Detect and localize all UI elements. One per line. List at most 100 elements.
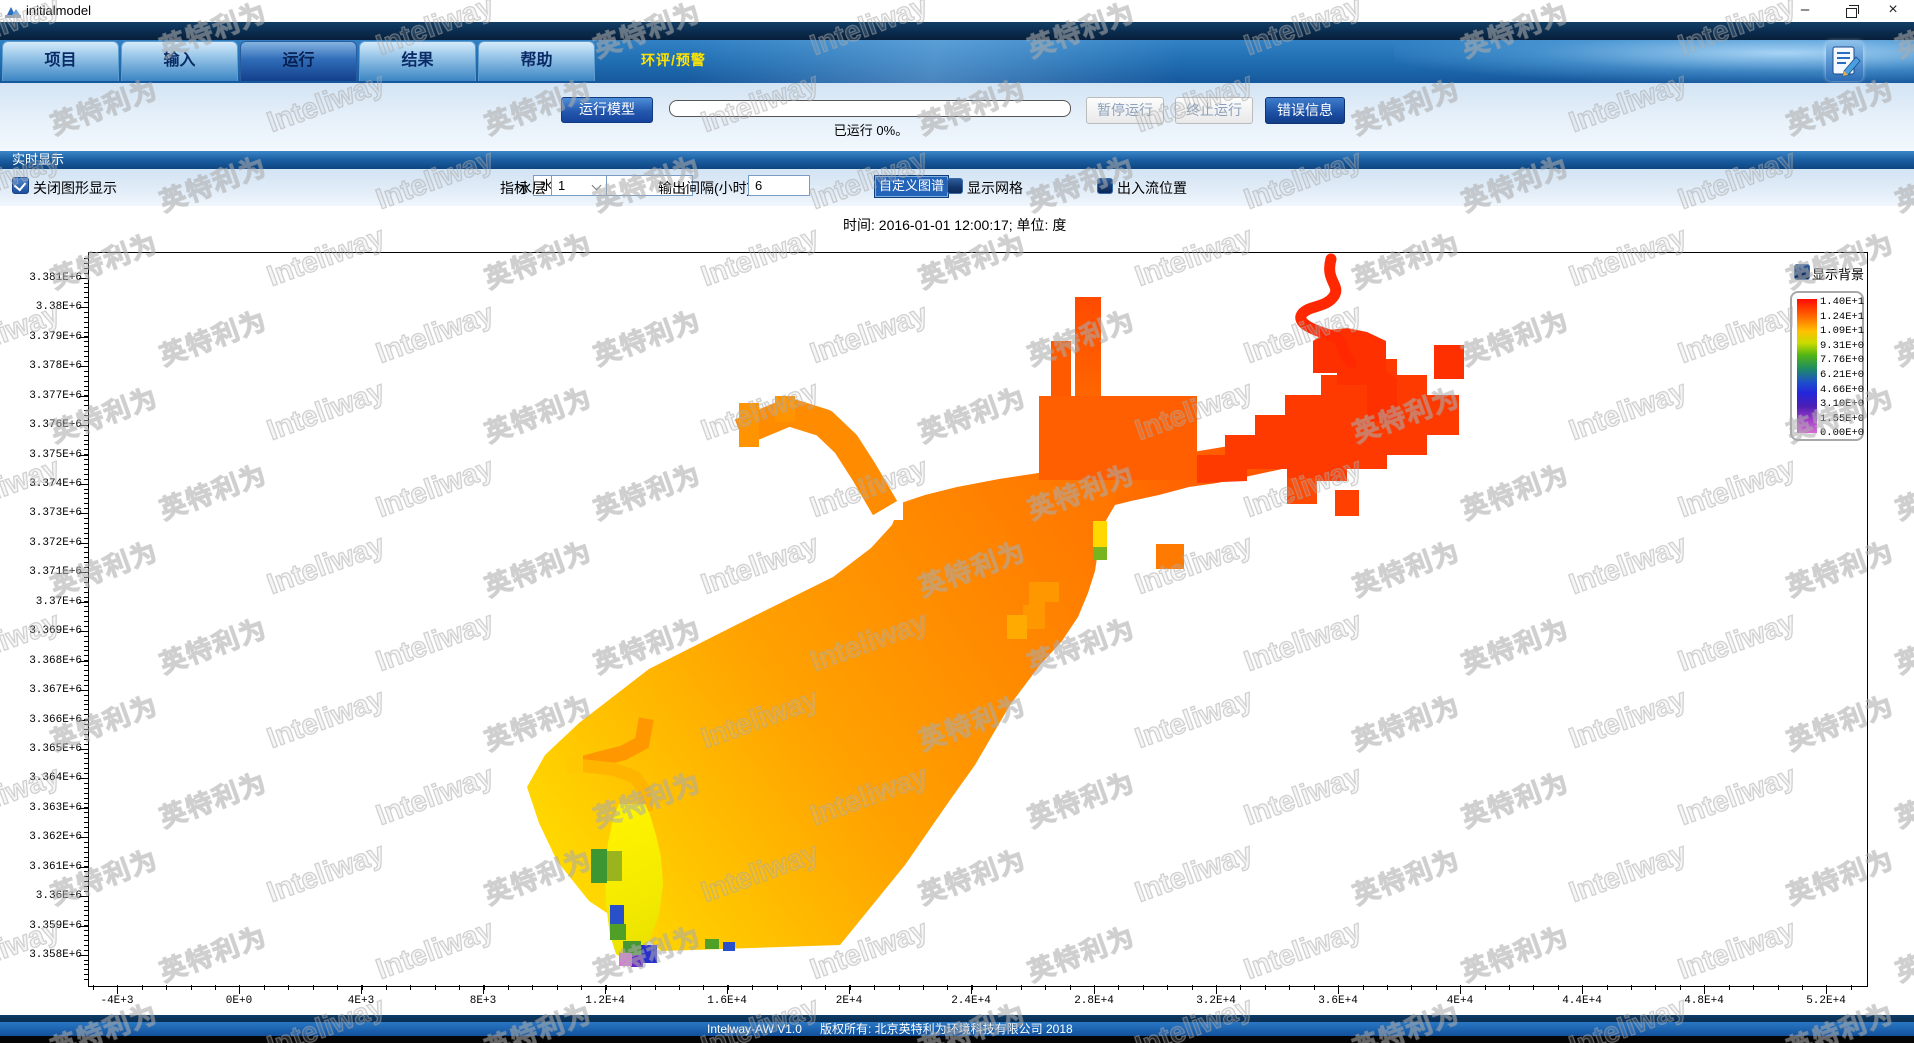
y-axis-minor-tick [84, 292, 88, 293]
y-axis-minor-tick [84, 268, 88, 269]
x-axis-minor-tick [1265, 985, 1266, 990]
close-icon[interactable]: × [1876, 0, 1910, 22]
terminate-run-button[interactable]: 终止运行 [1175, 97, 1253, 124]
x-axis-minor-tick [362, 985, 363, 990]
x-axis-tick [1460, 985, 1461, 994]
y-axis-minor-tick [84, 547, 88, 548]
y-axis-minor-tick [84, 641, 88, 642]
y-axis-label: 3.371E+6 [6, 566, 82, 578]
tab-input[interactable]: 输入 [121, 41, 238, 81]
colorbar-value-label: 6.21E+0 [1820, 369, 1862, 381]
x-axis-minor-tick [1021, 985, 1022, 990]
y-axis-minor-tick [84, 420, 88, 421]
y-axis-label: 3.37E+6 [6, 596, 82, 608]
y-axis-minor-tick [84, 734, 88, 735]
y-axis-minor-tick [84, 979, 88, 980]
x-axis-minor-tick [142, 985, 143, 990]
error-info-button[interactable]: 错误信息 [1265, 97, 1345, 124]
minimize-icon[interactable]: – [1788, 0, 1822, 22]
y-axis-minor-tick [84, 871, 88, 872]
watermark-text: Inteliway [0, 760, 64, 833]
y-axis-minor-tick [84, 852, 88, 853]
close-graphics-checkbox[interactable] [12, 177, 29, 194]
x-axis-minor-tick [850, 985, 851, 990]
restore-icon[interactable] [1834, 0, 1868, 22]
statusbar-top-strip [0, 1015, 1914, 1022]
x-axis-minor-tick [679, 985, 680, 990]
y-axis-minor-tick [84, 861, 88, 862]
interval-input[interactable]: 6 [748, 175, 810, 196]
colorbar-value-label: 1.55E+0 [1820, 413, 1862, 425]
x-axis-tick [483, 985, 484, 994]
y-axis-minor-tick [84, 670, 88, 671]
show-background-label: 显示背景 [1812, 264, 1864, 283]
x-axis-label: 4E+3 [316, 995, 406, 1007]
colorbar-value-label: 1.40E+1 [1820, 296, 1862, 308]
y-axis-minor-tick [84, 876, 88, 877]
y-axis-minor-tick [84, 974, 88, 975]
x-axis-minor-tick [947, 985, 948, 990]
watermark-text: Inteliway [0, 606, 64, 679]
y-axis-minor-tick [84, 714, 88, 715]
tab-help[interactable]: 帮助 [478, 41, 595, 81]
y-axis-minor-tick [84, 557, 88, 558]
x-axis-tick [727, 985, 728, 994]
y-axis-minor-tick [84, 489, 88, 490]
x-axis-label: 3.6E+4 [1293, 995, 1383, 1007]
x-axis-minor-tick [1558, 985, 1559, 990]
y-axis-minor-tick [84, 523, 88, 524]
y-axis-minor-tick [84, 881, 88, 882]
inout-flow-checkbox[interactable] [1097, 178, 1113, 194]
show-grid-label: 显示网格 [967, 178, 1023, 198]
tab-project[interactable]: 项目 [2, 41, 119, 81]
x-axis-minor-tick [93, 985, 94, 990]
y-axis-minor-tick [84, 798, 88, 799]
y-axis-label: 3.363E+6 [6, 802, 82, 814]
y-axis-minor-tick [84, 552, 88, 553]
colorbar-value-label: 4.66E+0 [1820, 384, 1862, 396]
x-axis-minor-tick [386, 985, 387, 990]
show-grid-checkbox[interactable] [947, 178, 963, 194]
y-axis-label: 3.36E+6 [6, 890, 82, 902]
y-axis-minor-tick [84, 459, 88, 460]
y-axis-minor-tick [84, 695, 88, 696]
x-axis-minor-tick [1485, 985, 1486, 990]
run-model-button[interactable]: 运行模型 [561, 97, 653, 123]
show-background-checkbox[interactable] [1794, 264, 1810, 280]
y-axis-minor-tick [84, 346, 88, 347]
document-edit-icon[interactable] [1826, 41, 1863, 81]
x-axis-minor-tick [1240, 985, 1241, 990]
plot-time-label: 时间: 2016-01-01 12:00:17; 单位: 度 [843, 215, 1066, 235]
x-axis-minor-tick [1729, 985, 1730, 990]
y-axis-minor-tick [84, 405, 88, 406]
y-axis-minor-tick [84, 621, 88, 622]
y-axis-label: 3.361E+6 [6, 861, 82, 873]
close-graphics-label: 关闭图形显示 [33, 178, 117, 198]
x-axis-label: -4E+3 [72, 995, 162, 1007]
y-axis-minor-tick [84, 327, 88, 328]
pause-run-button[interactable]: 暂停运行 [1086, 97, 1164, 124]
x-axis-minor-tick [801, 985, 802, 990]
realtime-controls-row: 关闭图形显示 指标 水温 水层 1 输出间隔(小时) 6 自定义图谱 显示网格 … [0, 169, 1914, 206]
y-axis-minor-tick [84, 449, 88, 450]
y-axis-minor-tick [84, 410, 88, 411]
tab-result[interactable]: 结果 [359, 41, 476, 81]
custom-colormap-button[interactable]: 自定义图谱 [874, 175, 949, 198]
colorbar-value-label: 1.09E+1 [1820, 325, 1862, 337]
x-axis-minor-tick [1778, 985, 1779, 990]
y-axis-minor-tick [84, 847, 88, 848]
y-axis-minor-tick [84, 783, 88, 784]
watermark-text: 英特利为 [1890, 762, 1914, 835]
y-axis-minor-tick [84, 464, 88, 465]
x-axis-tick [1216, 985, 1217, 994]
y-axis-minor-tick [84, 857, 88, 858]
x-axis-tick [849, 985, 850, 994]
x-axis-minor-tick [703, 985, 704, 990]
layer-dropdown[interactable]: 1 [551, 175, 607, 196]
y-axis-minor-tick [84, 263, 88, 264]
y-axis-minor-tick [84, 386, 88, 387]
x-axis-minor-tick [1192, 985, 1193, 990]
tab-run[interactable]: 运行 [240, 41, 357, 81]
x-axis-tick [1338, 985, 1339, 994]
y-axis-label: 3.362E+6 [6, 831, 82, 843]
